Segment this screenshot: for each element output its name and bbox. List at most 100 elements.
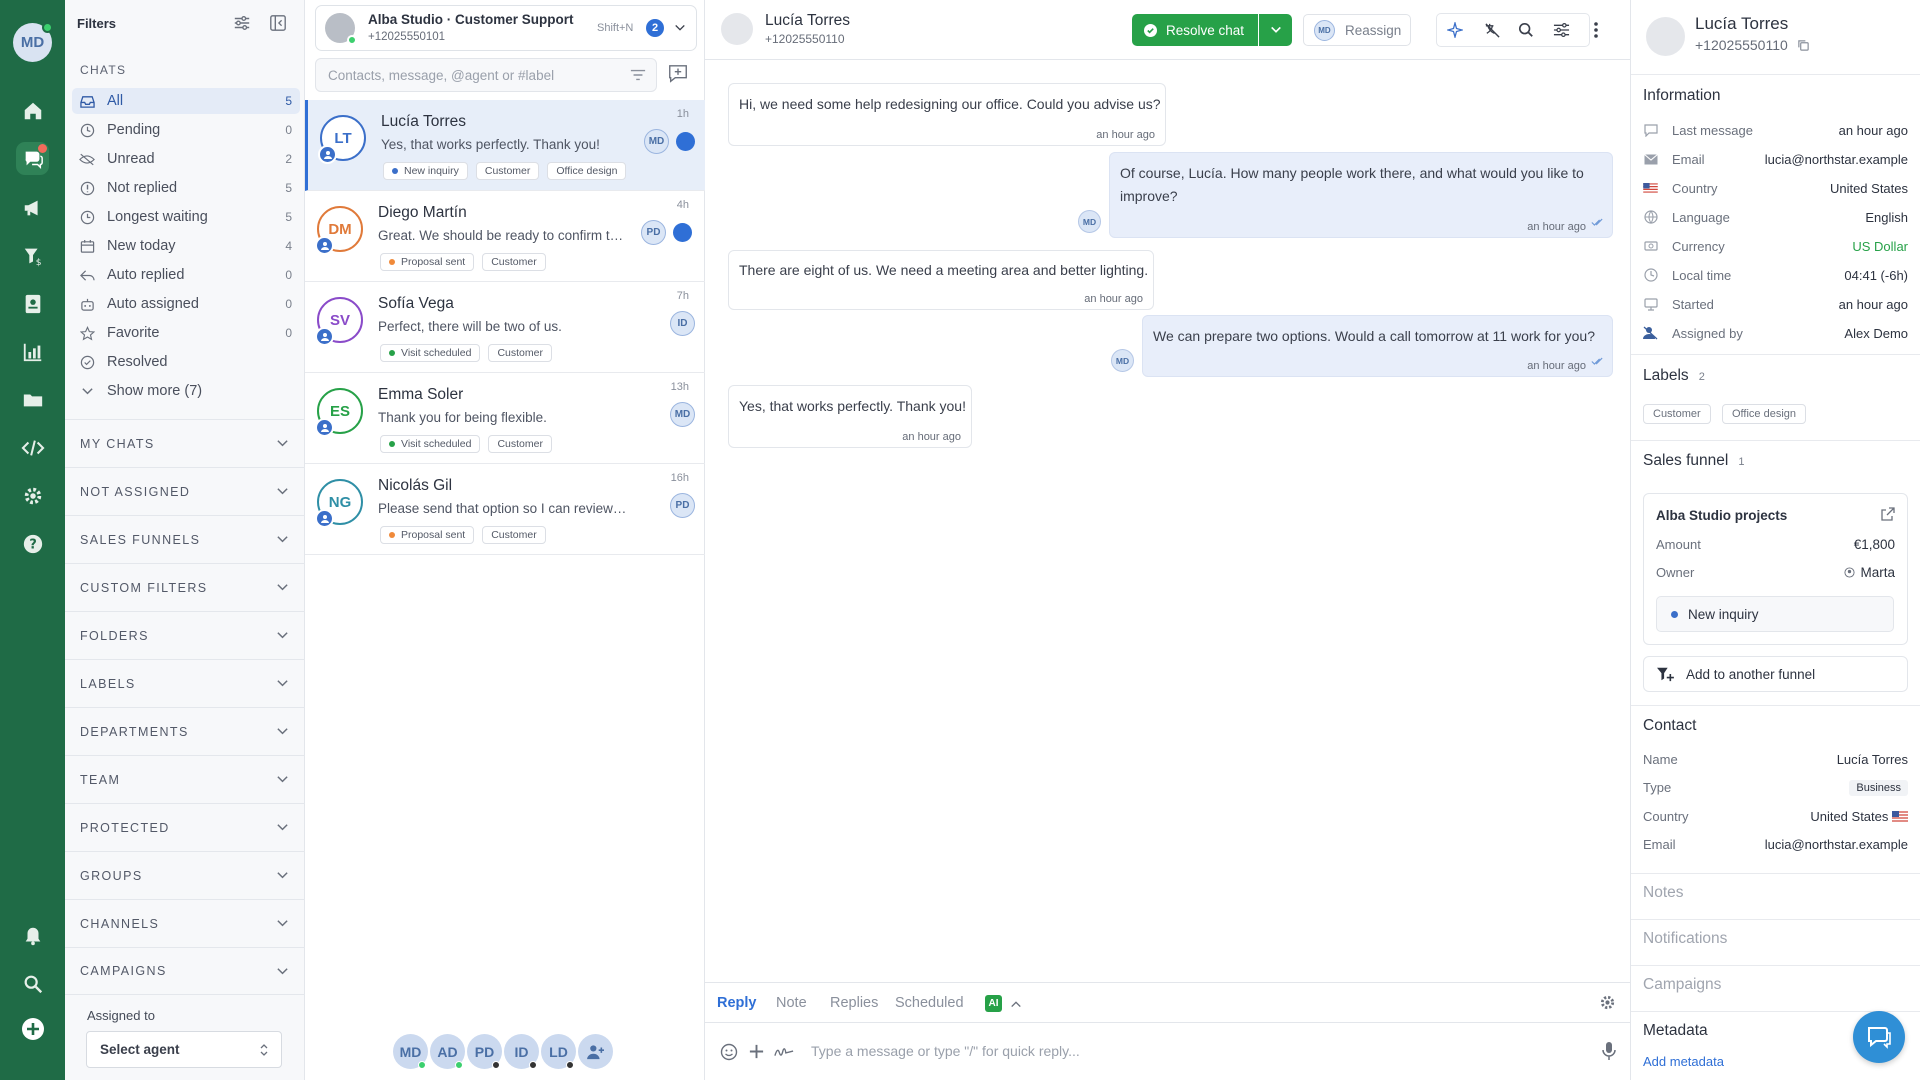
select-agent-dropdown[interactable]: Select agent	[86, 1031, 282, 1068]
account-switcher[interactable]: Alba Studio · Customer Support +12025550…	[315, 5, 697, 51]
resolve-chat-button[interactable]: Resolve chat	[1132, 14, 1258, 46]
reassign-label: Reassign	[1345, 22, 1402, 38]
new-chat-icon[interactable]	[667, 63, 689, 85]
bell-icon[interactable]	[16, 919, 49, 952]
chat-list-item[interactable]: LT Lucía Torres Yes, that works perfectly.…	[305, 100, 705, 191]
sales-funnel-icon[interactable]: $	[16, 239, 49, 272]
label-tag[interactable]: Customer	[1643, 404, 1711, 424]
filter-lines-icon[interactable]	[629, 67, 647, 83]
emoji-icon[interactable]	[720, 1043, 738, 1061]
contact-name[interactable]: Lucía Torres	[765, 12, 850, 30]
add-agent-icon[interactable]	[578, 1034, 613, 1069]
filter-unread[interactable]: Unread 2	[72, 146, 300, 172]
contacts-book-icon[interactable]	[16, 287, 49, 320]
help-question-icon[interactable]: ?	[16, 527, 49, 560]
filter-auto-assigned[interactable]: Auto assigned 0	[72, 291, 300, 317]
chat-list-item[interactable]: DM Diego Martín Great. We should be ready …	[305, 191, 705, 282]
section-groups[interactable]: GROUPS	[65, 851, 305, 899]
agent-chip[interactable]: LD	[541, 1034, 576, 1069]
translate-off-icon[interactable]	[1476, 14, 1508, 46]
chats-icon[interactable]	[16, 142, 49, 175]
megaphone-icon[interactable]	[16, 191, 49, 224]
tab-replies[interactable]: Replies	[830, 995, 878, 1011]
filter-pending[interactable]: Pending 0	[72, 117, 300, 143]
tab-note[interactable]: Note	[776, 995, 807, 1011]
chat-time: 7h	[676, 290, 689, 302]
external-link-icon[interactable]	[1881, 507, 1895, 521]
search-icon[interactable]	[16, 967, 49, 1000]
section-not-assigned[interactable]: NOT ASSIGNED	[65, 467, 305, 515]
section-my-chats[interactable]: MY CHATS	[65, 419, 305, 467]
filter-not-replied[interactable]: Not replied 5	[72, 175, 300, 201]
tag-dot	[389, 441, 395, 447]
resolve-options-dropdown[interactable]	[1259, 14, 1292, 46]
filter-new-today[interactable]: New today 4	[72, 233, 300, 259]
section-sales-funnels[interactable]: SALES FUNNELS	[65, 515, 305, 563]
chat-search-input[interactable]: Contacts, message, @agent or #label	[315, 58, 657, 92]
section-channels[interactable]: CHANNELS	[65, 899, 305, 947]
ai-sparkle-icon[interactable]	[1439, 14, 1471, 46]
tab-reply[interactable]: Reply	[717, 995, 757, 1011]
filter-favorite[interactable]: Favorite 0	[72, 320, 300, 346]
composer-settings-gear-icon[interactable]	[1599, 994, 1616, 1011]
reports-chart-icon[interactable]	[16, 335, 49, 368]
section-label: FOLDERS	[80, 628, 149, 643]
reassign-button[interactable]: MD Reassign	[1303, 14, 1411, 46]
filter-longest-waiting[interactable]: Longest waiting 5	[72, 204, 300, 230]
funnel-stage-select[interactable]: New inquiry	[1656, 596, 1894, 632]
support-chat-bubble-icon[interactable]	[1853, 1011, 1905, 1063]
folder-icon[interactable]	[16, 383, 49, 416]
message-input[interactable]: Type a message or type "/" for quick rep…	[811, 1043, 1080, 1059]
section-campaigns[interactable]: CAMPAIGNS	[65, 947, 305, 995]
owner-label: Owner	[1656, 565, 1695, 580]
globe-icon	[1643, 210, 1658, 225]
search-icon[interactable]	[1510, 14, 1542, 46]
read-check-icon	[1591, 357, 1603, 366]
notes-section[interactable]: Notes	[1643, 884, 1684, 902]
agent-chip[interactable]: PD	[467, 1034, 502, 1069]
notifications-section[interactable]: Notifications	[1643, 930, 1727, 948]
chat-list-item[interactable]: NG Nicolás Gil Please send that option so …	[305, 464, 705, 555]
section-labels[interactable]: LABELS	[65, 659, 305, 707]
account-unread-count: 2	[646, 19, 664, 37]
section-team[interactable]: TEAM	[65, 755, 305, 803]
chat-tag: Customer	[482, 526, 546, 544]
filter-auto-replied[interactable]: Auto replied 0	[72, 262, 300, 288]
section-departments[interactable]: DEPARTMENTS	[65, 707, 305, 755]
agent-chip[interactable]: MD	[393, 1034, 428, 1069]
sliders-icon[interactable]	[1545, 14, 1577, 46]
section-folders[interactable]: FOLDERS	[65, 611, 305, 659]
collapse-panel-icon[interactable]	[269, 14, 289, 34]
tab-scheduled[interactable]: Scheduled	[895, 995, 964, 1011]
add-metadata-link[interactable]: Add metadata	[1643, 1054, 1724, 1069]
show-more-filters[interactable]: Show more (7)	[72, 378, 300, 404]
ai-assist-button[interactable]: AI	[985, 995, 1002, 1012]
chevron-up-icon[interactable]	[1010, 999, 1022, 1009]
label-tag[interactable]: Office design	[1722, 404, 1807, 424]
copy-icon[interactable]	[1797, 39, 1810, 52]
add-plus-icon[interactable]	[16, 1012, 49, 1045]
section-label: NOT ASSIGNED	[80, 484, 191, 499]
signature-icon[interactable]	[774, 1044, 794, 1060]
filter-all[interactable]: All 5	[72, 88, 300, 114]
agent-chip[interactable]: ID	[504, 1034, 539, 1069]
code-icon[interactable]	[16, 431, 49, 464]
agent-chip[interactable]: AD	[430, 1034, 465, 1069]
user-avatar[interactable]: MD	[13, 22, 53, 62]
filter-resolved[interactable]: Resolved	[72, 349, 300, 375]
chat-list-item[interactable]: ES Emma Soler Thank you for being flexible…	[305, 373, 705, 464]
filter-settings-icon[interactable]	[233, 14, 253, 34]
microphone-icon[interactable]	[1602, 1041, 1616, 1061]
section-custom-filters[interactable]: CUSTOM FILTERS	[65, 563, 305, 611]
more-vertical-icon[interactable]	[1580, 14, 1612, 46]
home-icon[interactable]	[16, 94, 49, 127]
message-composer[interactable]: Type a message or type "/" for quick rep…	[705, 1022, 1630, 1080]
contact-avatar[interactable]	[721, 13, 753, 45]
attach-plus-icon[interactable]	[748, 1043, 765, 1060]
add-to-funnel-button[interactable]: Add to another funnel	[1643, 656, 1908, 692]
section-protected[interactable]: PROTECTED	[65, 803, 305, 851]
campaigns-section[interactable]: Campaigns	[1643, 976, 1721, 994]
settings-gear-icon[interactable]	[16, 479, 49, 512]
filter-label: Auto assigned	[107, 296, 199, 312]
chat-list-item[interactable]: SV Sofía Vega Perfect, there will be two o…	[305, 282, 705, 373]
